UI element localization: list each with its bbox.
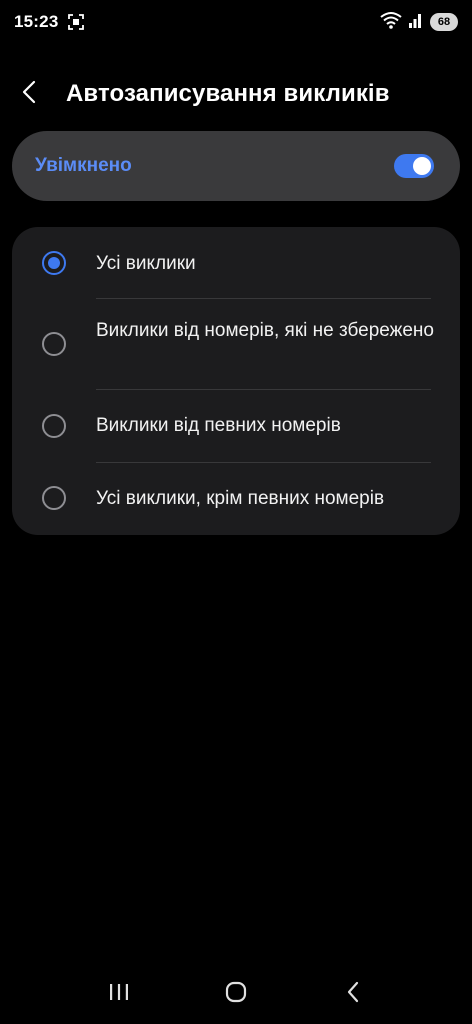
option-all-calls[interactable]: Усі виклики [12, 227, 460, 299]
radio-button[interactable] [42, 414, 66, 438]
radio-button[interactable] [42, 486, 66, 510]
master-switch-row[interactable]: Увімкнено [12, 131, 460, 201]
option-label: Виклики від певних номерів [96, 415, 341, 436]
home-icon [225, 981, 247, 1008]
status-bar: 15:23 68 [0, 0, 472, 44]
nav-back-button[interactable] [323, 972, 383, 1016]
option-specific-numbers[interactable]: Виклики від певних номерів [12, 390, 460, 462]
option-unsaved-numbers[interactable]: Виклики від номерів, які не збережено [12, 299, 460, 389]
page-title: Автозаписування викликів [66, 80, 390, 107]
battery-icon: 68 [430, 13, 458, 31]
recording-options-list: Усі виклики Виклики від номерів, які не … [12, 227, 460, 535]
option-all-except-specific[interactable]: Усі виклики, крім певних номерів [12, 463, 460, 535]
app-bar: Автозаписування викликів [0, 72, 472, 116]
recent-apps-icon [108, 982, 130, 1007]
home-button[interactable] [206, 972, 266, 1016]
radio-button[interactable] [42, 332, 66, 356]
recent-apps-button[interactable] [89, 972, 149, 1016]
screen-record-icon [68, 14, 85, 30]
status-icons: 68 [380, 11, 458, 34]
radio-button-selected[interactable] [42, 251, 66, 275]
toggle-knob [413, 157, 431, 175]
master-toggle-switch[interactable] [394, 154, 434, 178]
option-label: Усі виклики, крім певних номерів [96, 488, 385, 509]
signal-icon [408, 11, 424, 34]
navigation-bar [0, 964, 472, 1024]
option-label: Усі виклики [96, 253, 196, 274]
master-switch-label: Увімкнено [35, 155, 132, 176]
screen: 15:23 68 Автозаписування викликів Увімкн… [0, 0, 472, 1024]
back-button[interactable] [22, 72, 70, 116]
wifi-icon [380, 11, 402, 34]
chevron-left-icon [22, 80, 36, 109]
back-icon [346, 981, 360, 1008]
status-time: 15:23 [14, 12, 59, 31]
option-label: Виклики від номерів, які не збережено [96, 320, 434, 341]
